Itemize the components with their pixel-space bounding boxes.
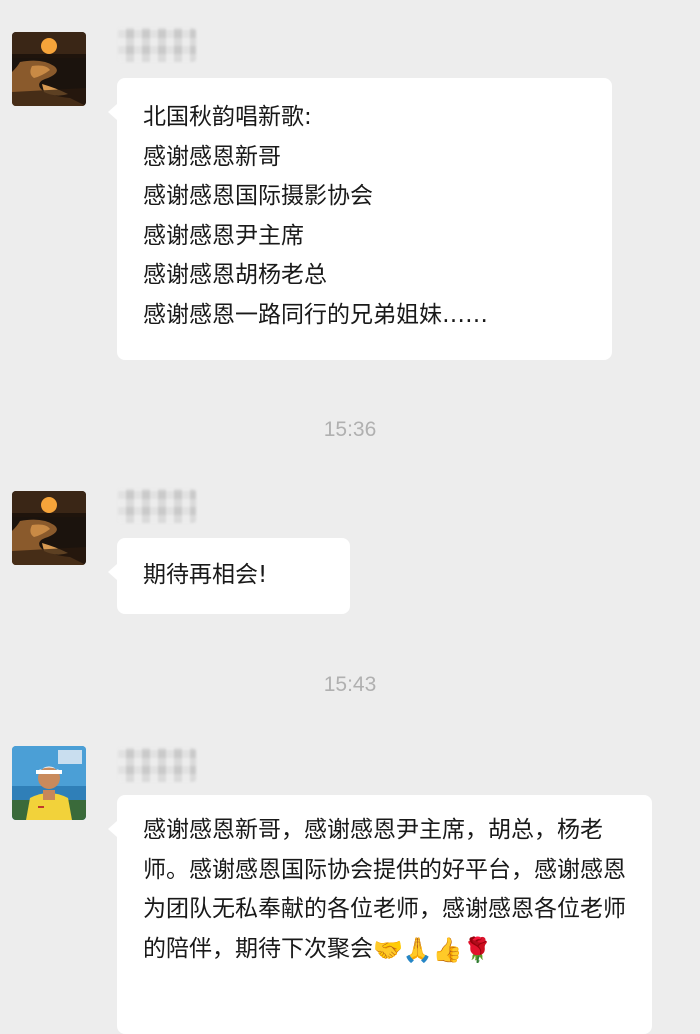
message-line: 感谢感恩新哥 bbox=[143, 143, 281, 170]
handshake-icon: 🤝 bbox=[373, 935, 403, 964]
thumbs-up-icon: 👍 bbox=[432, 935, 463, 964]
sender-name-blurred bbox=[118, 28, 196, 62]
sunset-avatar-icon[interactable] bbox=[12, 32, 86, 106]
message-timestamp: 15:43 bbox=[323, 673, 377, 696]
golfer-avatar-icon[interactable] bbox=[12, 746, 86, 820]
chat-history: 北国秋韵唱新歌: 感谢感恩新哥 感谢感恩国际摄影协会 感谢感恩尹主席 感谢感恩胡… bbox=[0, 0, 700, 1034]
message-text: 感谢感恩新哥，感谢感恩尹主席，胡总，杨老师。感谢感恩国际协会提供的好平台，感谢感… bbox=[143, 811, 632, 969]
sunset-avatar-icon[interactable] bbox=[12, 491, 86, 565]
message-bubble[interactable]: 期待再相会! bbox=[108, 538, 350, 614]
message-line: 北国秋韵唱新歌: bbox=[143, 104, 312, 130]
message-line: 感谢感恩尹主席 bbox=[143, 222, 304, 249]
pray-icon: 🙏 bbox=[402, 935, 433, 964]
sender-name-blurred bbox=[118, 489, 196, 523]
message-line: 感谢感恩国际摄影协会 bbox=[143, 183, 373, 209]
message-bubble[interactable]: 感谢感恩新哥，感谢感恩尹主席，胡总，杨老师。感谢感恩国际协会提供的好平台，感谢感… bbox=[108, 795, 652, 1034]
message-bubble[interactable]: 北国秋韵唱新歌: 感谢感恩新哥 感谢感恩国际摄影协会 感谢感恩尹主席 感谢感恩胡… bbox=[108, 78, 612, 360]
message-timestamp: 15:36 bbox=[323, 418, 377, 441]
rose-icon: 🌹 bbox=[462, 935, 493, 964]
message-line: 感谢感恩胡杨老总 bbox=[143, 262, 327, 288]
message-line: 感谢感恩一路同行的兄弟姐妹…… bbox=[143, 301, 488, 328]
message-line: 期待再相会! bbox=[143, 562, 268, 588]
sender-name-blurred bbox=[118, 748, 196, 782]
